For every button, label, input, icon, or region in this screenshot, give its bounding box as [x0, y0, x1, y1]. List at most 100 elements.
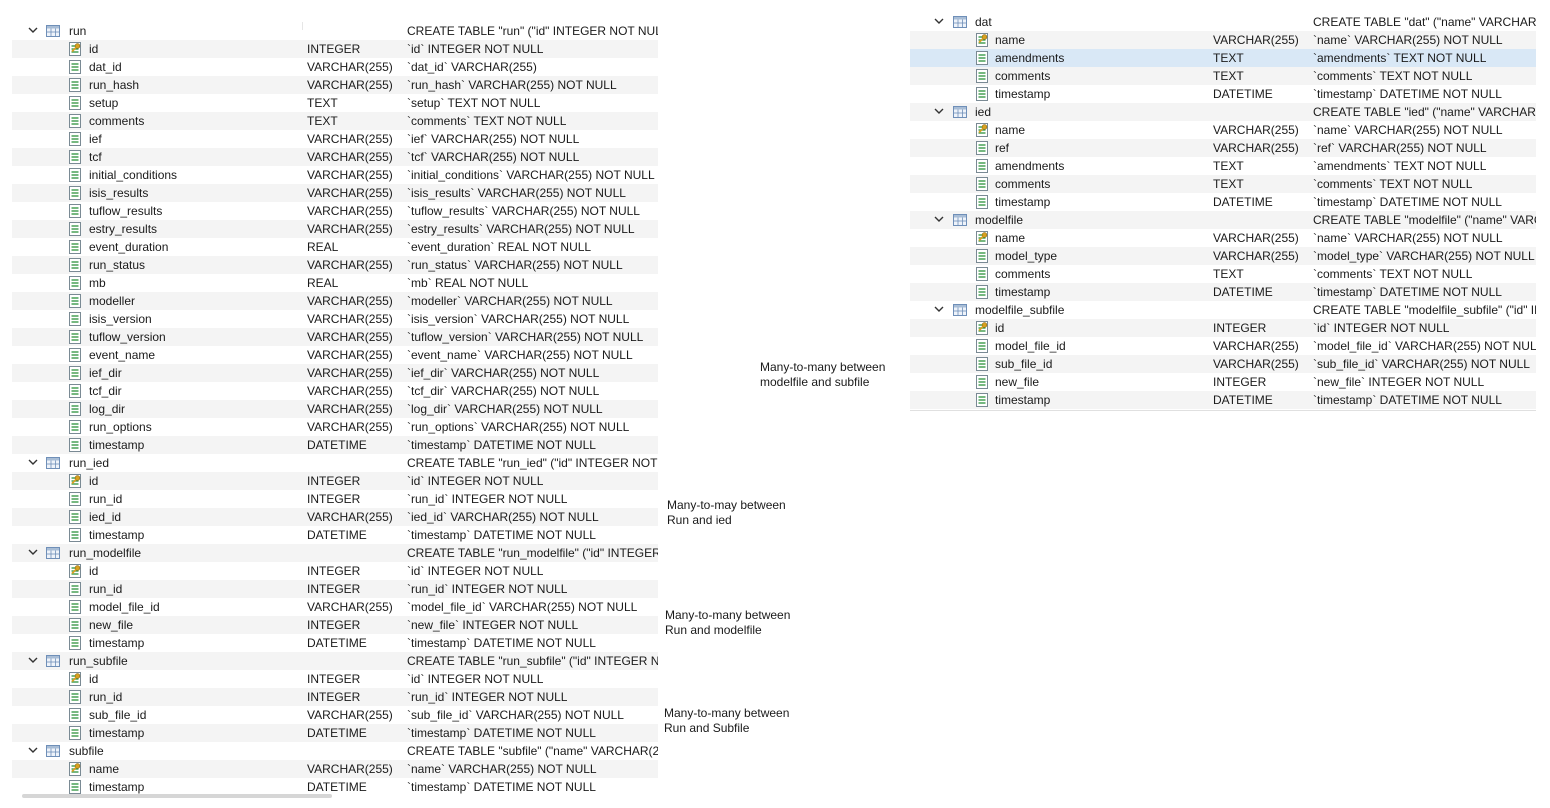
column-row[interactable]: timestamp DATETIME `timestamp` DATETIME NO… [910, 193, 1536, 211]
column-row[interactable]: ref VARCHAR(255) `ref` VARCHAR(255) NOT NU… [910, 139, 1536, 157]
table-node-run-subfile[interactable]: run_subfile CREATE TABLE "run_subfile" ("… [12, 652, 658, 670]
table-node-run[interactable]: run CREATE TABLE "run" ("id" INTEGER NOT … [12, 22, 658, 40]
table-node-ied[interactable]: ied CREATE TABLE "ied" ("name" VARCHAR(25 [910, 103, 1536, 121]
column-row[interactable]: new_file INTEGER `new_file` INTEGER NOT NU… [910, 373, 1536, 391]
column-row[interactable]: ied_id VARCHAR(255) `ied_id` VARCHAR(255) … [12, 508, 658, 526]
column-row[interactable]: run_id INTEGER `run_id` INTEGER NOT NULL [12, 490, 658, 508]
chevron-down-icon[interactable] [27, 546, 39, 558]
table-node-run-modelfile[interactable]: run_modelfile CREATE TABLE "run_modelfile… [12, 544, 658, 562]
column-row[interactable]: comments TEXT `comments` TEXT NOT NULL [910, 175, 1536, 193]
column-row[interactable]: timestamp DATETIME `timestamp` DATETIME NO… [12, 724, 658, 742]
column-row[interactable]: model_type VARCHAR(255) `model_type` VARCH… [910, 247, 1536, 265]
column-row[interactable]: dat_id VARCHAR(255) `dat_id` VARCHAR(255) [12, 58, 658, 76]
column-row[interactable]: estry_results VARCHAR(255) `estry_results`… [12, 220, 658, 238]
column-row[interactable]: name VARCHAR(255) `name` VARCHAR(255) NOT … [910, 229, 1536, 247]
chevron-down-icon[interactable] [27, 654, 39, 666]
column-row[interactable]: run_options VARCHAR(255) `run_options` VAR… [12, 418, 658, 436]
column-row[interactable]: tcf_dir VARCHAR(255) `tcf_dir` VARCHAR(255… [12, 382, 658, 400]
column-row[interactable]: timestamp DATETIME `timestamp` DATETIME NO… [910, 391, 1536, 409]
column-row[interactable]: id INTEGER `id` INTEGER NOT NULL [12, 472, 658, 490]
column-row[interactable]: tuflow_results VARCHAR(255) `tuflow_result… [12, 202, 658, 220]
chevron-down-icon[interactable] [27, 744, 39, 756]
table-node-modelfile-subfile[interactable]: modelfile_subfile CREATE TABLE "modelfile… [910, 301, 1536, 319]
field-icon [69, 726, 81, 740]
column-row[interactable]: ief VARCHAR(255) `ief` VARCHAR(255) NOT NU… [12, 130, 658, 148]
chevron-down-icon[interactable] [27, 24, 39, 36]
column-name: model_type [995, 249, 1058, 263]
column-row[interactable]: name VARCHAR(255) `name` VARCHAR(255) NOT … [910, 121, 1536, 139]
column-schema: `tuflow_version` VARCHAR(255) NOT NULL [407, 330, 644, 344]
column-row[interactable]: model_file_id VARCHAR(255) `model_file_id`… [12, 598, 658, 616]
column-row[interactable]: run_hash VARCHAR(255) `run_hash` VARCHAR(2… [12, 76, 658, 94]
column-row[interactable]: amendments TEXT `amendments` TEXT NOT NULL [910, 49, 1536, 67]
chevron-down-icon[interactable] [933, 105, 945, 117]
column-schema: `id` INTEGER NOT NULL [407, 672, 544, 686]
column-type: VARCHAR(255) [307, 402, 393, 416]
table-node-run-ied[interactable]: run_ied CREATE TABLE "run_ied" ("id" INTE… [12, 454, 658, 472]
column-row[interactable]: id INTEGER `id` INTEGER NOT NULL [910, 319, 1536, 337]
chevron-down-icon[interactable] [27, 456, 39, 468]
field-icon [976, 87, 988, 101]
column-row[interactable]: event_name VARCHAR(255) `event_name` VARCH… [12, 346, 658, 364]
primary-key-field-icon [69, 762, 81, 776]
column-row[interactable]: amendments TEXT `amendments` TEXT NOT NULL [910, 157, 1536, 175]
right-structure-tree[interactable]: dat CREATE TABLE "dat" ("name" VARCHAR(25… [910, 13, 1536, 413]
column-name: modeller [89, 294, 136, 308]
table-node-subfile[interactable]: subfile CREATE TABLE "subfile" ("name" VA… [12, 742, 658, 760]
column-row[interactable]: initial_conditions VARCHAR(255) `initial_c… [12, 166, 658, 184]
column-row[interactable]: tcf VARCHAR(255) `tcf` VARCHAR(255) NOT NU… [12, 148, 658, 166]
column-schema: `amendments` TEXT NOT NULL [1313, 51, 1487, 65]
column-name: model_file_id [89, 600, 160, 614]
column-row[interactable]: id INTEGER `id` INTEGER NOT NULL [12, 562, 658, 580]
field-icon [69, 258, 81, 272]
table-node-dat[interactable]: dat CREATE TABLE "dat" ("name" VARCHAR(25 [910, 13, 1536, 31]
column-row[interactable]: sub_file_id VARCHAR(255) `sub_file_id` VAR… [12, 706, 658, 724]
column-type: TEXT [1213, 51, 1244, 65]
column-row[interactable]: timestamp DATETIME `timestamp` DATETIME NO… [910, 85, 1536, 103]
table-schema: CREATE TABLE "run_ied" ("id" INTEGER NOT… [407, 456, 658, 470]
column-row[interactable]: ief_dir VARCHAR(255) `ief_dir` VARCHAR(255… [12, 364, 658, 382]
column-row[interactable]: comments TEXT `comments` TEXT NOT NULL [12, 112, 658, 130]
column-type: TEXT [1213, 69, 1244, 83]
table-icon [953, 16, 967, 28]
column-row[interactable]: run_status VARCHAR(255) `run_status` VARCH… [12, 256, 658, 274]
column-type: DATETIME [1213, 195, 1273, 209]
column-row[interactable]: mb REAL `mb` REAL NOT NULL [12, 274, 658, 292]
column-type: INTEGER [307, 582, 361, 596]
column-row[interactable]: comments TEXT `comments` TEXT NOT NULL [910, 67, 1536, 85]
column-row[interactable]: model_file_id VARCHAR(255) `model_file_id`… [910, 337, 1536, 355]
column-row[interactable]: modeller VARCHAR(255) `modeller` VARCHAR(2… [12, 292, 658, 310]
column-row[interactable]: timestamp DATETIME `timestamp` DATETIME NO… [12, 526, 658, 544]
column-row[interactable]: isis_version VARCHAR(255) `isis_version` V… [12, 310, 658, 328]
column-row[interactable]: id INTEGER `id` INTEGER NOT NULL [12, 40, 658, 58]
column-row[interactable]: comments TEXT `comments` TEXT NOT NULL [910, 265, 1536, 283]
column-row[interactable]: new_file INTEGER `new_file` INTEGER NOT NU… [12, 616, 658, 634]
chevron-down-icon[interactable] [933, 15, 945, 27]
field-icon [69, 186, 81, 200]
column-row[interactable]: isis_results VARCHAR(255) `isis_results` V… [12, 184, 658, 202]
column-row[interactable]: name VARCHAR(255) `name` VARCHAR(255) NOT … [910, 31, 1536, 49]
column-row[interactable]: timestamp DATETIME `timestamp` DATETIME NO… [12, 634, 658, 652]
column-row[interactable]: tuflow_version VARCHAR(255) `tuflow_versio… [12, 328, 658, 346]
column-row[interactable]: sub_file_id VARCHAR(255) `sub_file_id` VAR… [910, 355, 1536, 373]
column-name: dat_id [89, 60, 122, 74]
column-row[interactable]: name VARCHAR(255) `name` VARCHAR(255) NOT … [12, 760, 658, 778]
chevron-down-icon[interactable] [933, 213, 945, 225]
note-run-ied: Many-to-may between Run and ied [667, 498, 786, 528]
column-row[interactable]: id INTEGER `id` INTEGER NOT NULL [12, 670, 658, 688]
column-row[interactable]: timestamp DATETIME `timestamp` DATETIME NO… [12, 436, 658, 454]
left-structure-tree[interactable]: run CREATE TABLE "run" ("id" INTEGER NOT … [12, 22, 658, 798]
note-line: Many-to-many between [665, 608, 791, 622]
chevron-down-icon[interactable] [933, 303, 945, 315]
table-name: ied [975, 105, 992, 119]
table-node-modelfile[interactable]: modelfile CREATE TABLE "modelfile" ("name… [910, 211, 1536, 229]
column-row[interactable]: run_id INTEGER `run_id` INTEGER NOT NULL [12, 580, 658, 598]
column-type: VARCHAR(255) [307, 294, 393, 308]
column-row[interactable]: run_id INTEGER `run_id` INTEGER NOT NULL [12, 688, 658, 706]
column-row[interactable]: setup TEXT `setup` TEXT NOT NULL [12, 94, 658, 112]
column-row[interactable]: log_dir VARCHAR(255) `log_dir` VARCHAR(255… [12, 400, 658, 418]
horizontal-scrollbar[interactable] [22, 794, 332, 798]
field-icon [69, 510, 81, 524]
column-row[interactable]: timestamp DATETIME `timestamp` DATETIME NO… [910, 283, 1536, 301]
column-row[interactable]: event_duration REAL `event_duration` REAL … [12, 238, 658, 256]
